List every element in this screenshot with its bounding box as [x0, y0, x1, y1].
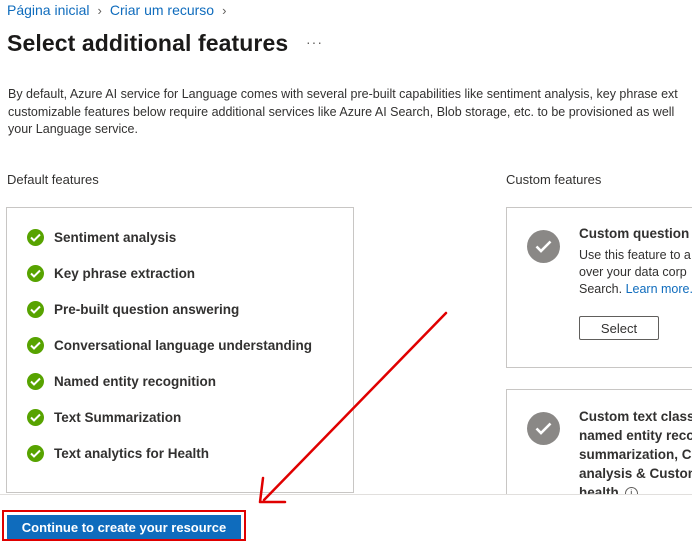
feature-label: Named entity recognition — [54, 374, 217, 389]
card-title: Custom text classi named entity reco sum… — [579, 407, 692, 502]
check-circle-icon — [527, 412, 560, 445]
feature-label: Text analytics for Health — [54, 446, 210, 461]
learn-more-link[interactable]: Learn more. — [626, 282, 692, 296]
feature-item: Text Summarization — [27, 409, 181, 426]
check-circle-icon — [27, 229, 44, 246]
card-description: Use this feature to a over your data cor… — [579, 247, 692, 298]
feature-item: Pre-built question answering — [27, 301, 239, 318]
breadcrumb-create-resource-link[interactable]: Criar um recurso — [110, 2, 214, 18]
feature-item: Conversational language understanding — [27, 337, 312, 354]
chevron-right-icon: › — [97, 2, 102, 18]
footer-bar: Continue to create your resource — [0, 494, 692, 549]
check-circle-icon — [27, 265, 44, 282]
chevron-right-icon: › — [222, 2, 227, 18]
feature-label: Sentiment analysis — [54, 230, 177, 245]
continue-button[interactable]: Continue to create your resource — [7, 515, 241, 540]
feature-label: Text Summarization — [54, 410, 182, 425]
custom-text-classification-card: Custom text classi named entity reco sum… — [506, 389, 692, 509]
check-circle-icon — [27, 301, 44, 318]
more-options-button[interactable]: ··· — [306, 34, 323, 50]
breadcrumb: Página inicial › Criar um recurso › — [7, 2, 234, 18]
page-title: Select additional features — [7, 30, 289, 56]
check-circle-icon — [27, 373, 44, 390]
feature-item: Named entity recognition — [27, 373, 216, 390]
default-features-label: Default features — [7, 172, 99, 187]
feature-label: Conversational language understanding — [54, 338, 313, 353]
feature-item: Text analytics for Health — [27, 445, 209, 462]
check-circle-icon — [27, 409, 44, 426]
feature-label: Key phrase extraction — [54, 266, 196, 281]
default-features-panel: Sentiment analysis Key phrase extraction… — [6, 207, 354, 493]
feature-item: Key phrase extraction — [27, 265, 195, 282]
card-title-text: Custom text classi named entity reco sum… — [579, 409, 692, 500]
select-button[interactable]: Select — [579, 316, 659, 340]
custom-features-label: Custom features — [506, 172, 602, 187]
check-circle-icon — [27, 445, 44, 462]
card-title: Custom question a — [579, 226, 692, 241]
feature-item: Sentiment analysis — [27, 229, 176, 246]
page-description: By default, Azure AI service for Languag… — [8, 87, 678, 136]
custom-question-answering-card: Custom question a Use this feature to a … — [506, 207, 692, 368]
check-circle-icon — [527, 230, 560, 263]
check-circle-icon — [27, 337, 44, 354]
breadcrumb-home-link[interactable]: Página inicial — [7, 2, 90, 18]
feature-label: Pre-built question answering — [54, 302, 240, 317]
